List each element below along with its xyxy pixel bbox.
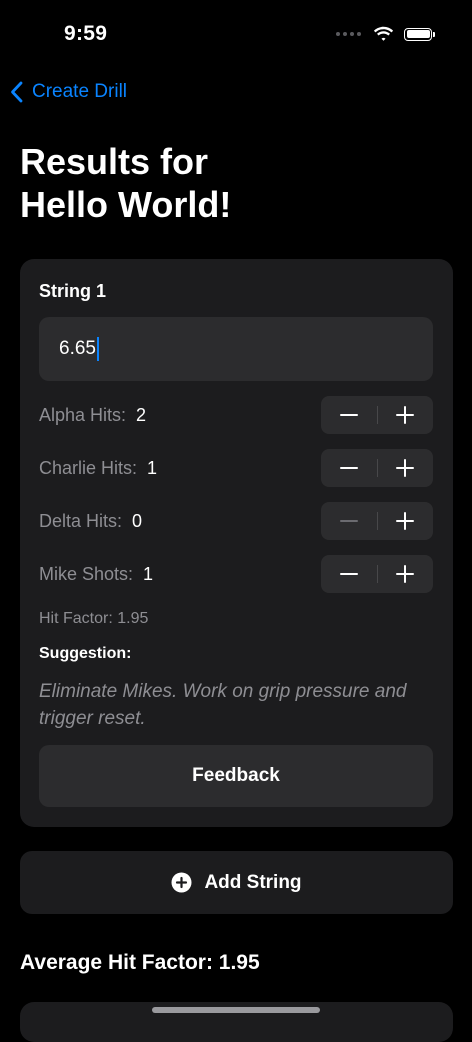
delta-hits-stepper — [321, 502, 433, 540]
string-time-input[interactable]: 6.65 — [39, 317, 433, 381]
mike-shots-value: 1 — [143, 563, 154, 584]
minus-icon — [339, 414, 358, 416]
delta-hits-row: Delta Hits: 0 — [39, 502, 433, 540]
string-time-value: 6.65 — [59, 338, 96, 359]
wifi-icon — [373, 26, 394, 41]
plus-circle-icon — [171, 872, 192, 893]
page-title-line-1: Results for — [20, 141, 209, 182]
add-string-button[interactable]: Add String — [20, 851, 453, 914]
plus-icon — [396, 565, 415, 583]
charlie-hits-decrement-button[interactable] — [321, 449, 377, 487]
alpha-hits-decrement-button[interactable] — [321, 396, 377, 434]
add-string-label: Add String — [204, 871, 302, 893]
page-title-line-2: Hello World! — [20, 184, 232, 225]
feedback-button-label: Feedback — [192, 765, 280, 786]
back-button[interactable]: Create Drill — [10, 78, 127, 106]
mike-shots-increment-button[interactable] — [377, 555, 433, 593]
page-title: Results for Hello World! — [20, 140, 450, 226]
charlie-hits-stepper — [321, 449, 433, 487]
alpha-hits-value: 2 — [136, 404, 147, 425]
alpha-hits-row: Alpha Hits: 2 — [39, 396, 433, 434]
average-hit-factor: Average Hit Factor: 1.95 — [20, 951, 260, 974]
hit-factor-text: Hit Factor: 1.95 — [39, 610, 149, 627]
battery-icon — [404, 27, 435, 41]
charlie-hits-increment-button[interactable] — [377, 449, 433, 487]
chevron-left-icon — [11, 81, 23, 103]
charlie-hits-value: 1 — [147, 457, 158, 478]
charlie-hits-label: Charlie Hits: — [39, 457, 138, 478]
mike-shots-label: Mike Shots: — [39, 563, 134, 584]
plus-icon — [396, 512, 415, 530]
alpha-hits-increment-button[interactable] — [377, 396, 433, 434]
status-bar: 9:59 — [0, 0, 472, 70]
plus-icon — [396, 459, 415, 477]
mike-shots-decrement-button[interactable] — [321, 555, 377, 593]
charlie-hits-row: Charlie Hits: 1 — [39, 449, 433, 487]
string-heading: String 1 — [39, 281, 107, 301]
back-button-label: Create Drill — [32, 81, 128, 102]
delta-hits-value: 0 — [132, 510, 143, 531]
string-card: String 1 6.65 Alpha Hits: 2 Charlie Hits… — [20, 259, 453, 827]
alpha-hits-label: Alpha Hits: — [39, 404, 127, 425]
suggestion-text: Eliminate Mikes. Work on grip pressure a… — [39, 681, 407, 729]
status-time: 9:59 — [64, 22, 108, 45]
suggestion-heading: Suggestion: — [39, 645, 132, 662]
delta-hits-decrement-button[interactable] — [321, 502, 377, 540]
plus-icon — [396, 406, 415, 424]
battery-fill — [406, 30, 430, 38]
status-icons — [336, 26, 435, 42]
mike-shots-stepper — [321, 555, 433, 593]
home-indicator[interactable] — [152, 1007, 320, 1013]
feedback-button[interactable]: Feedback — [39, 745, 433, 807]
minus-icon — [339, 573, 358, 575]
mike-shots-row: Mike Shots: 1 — [39, 555, 433, 593]
minus-icon — [339, 520, 358, 522]
alpha-hits-stepper — [321, 396, 433, 434]
delta-hits-increment-button[interactable] — [377, 502, 433, 540]
text-caret — [96, 337, 99, 361]
cellular-signal-icon — [336, 32, 361, 36]
minus-icon — [339, 467, 358, 469]
delta-hits-label: Delta Hits: — [39, 510, 123, 531]
